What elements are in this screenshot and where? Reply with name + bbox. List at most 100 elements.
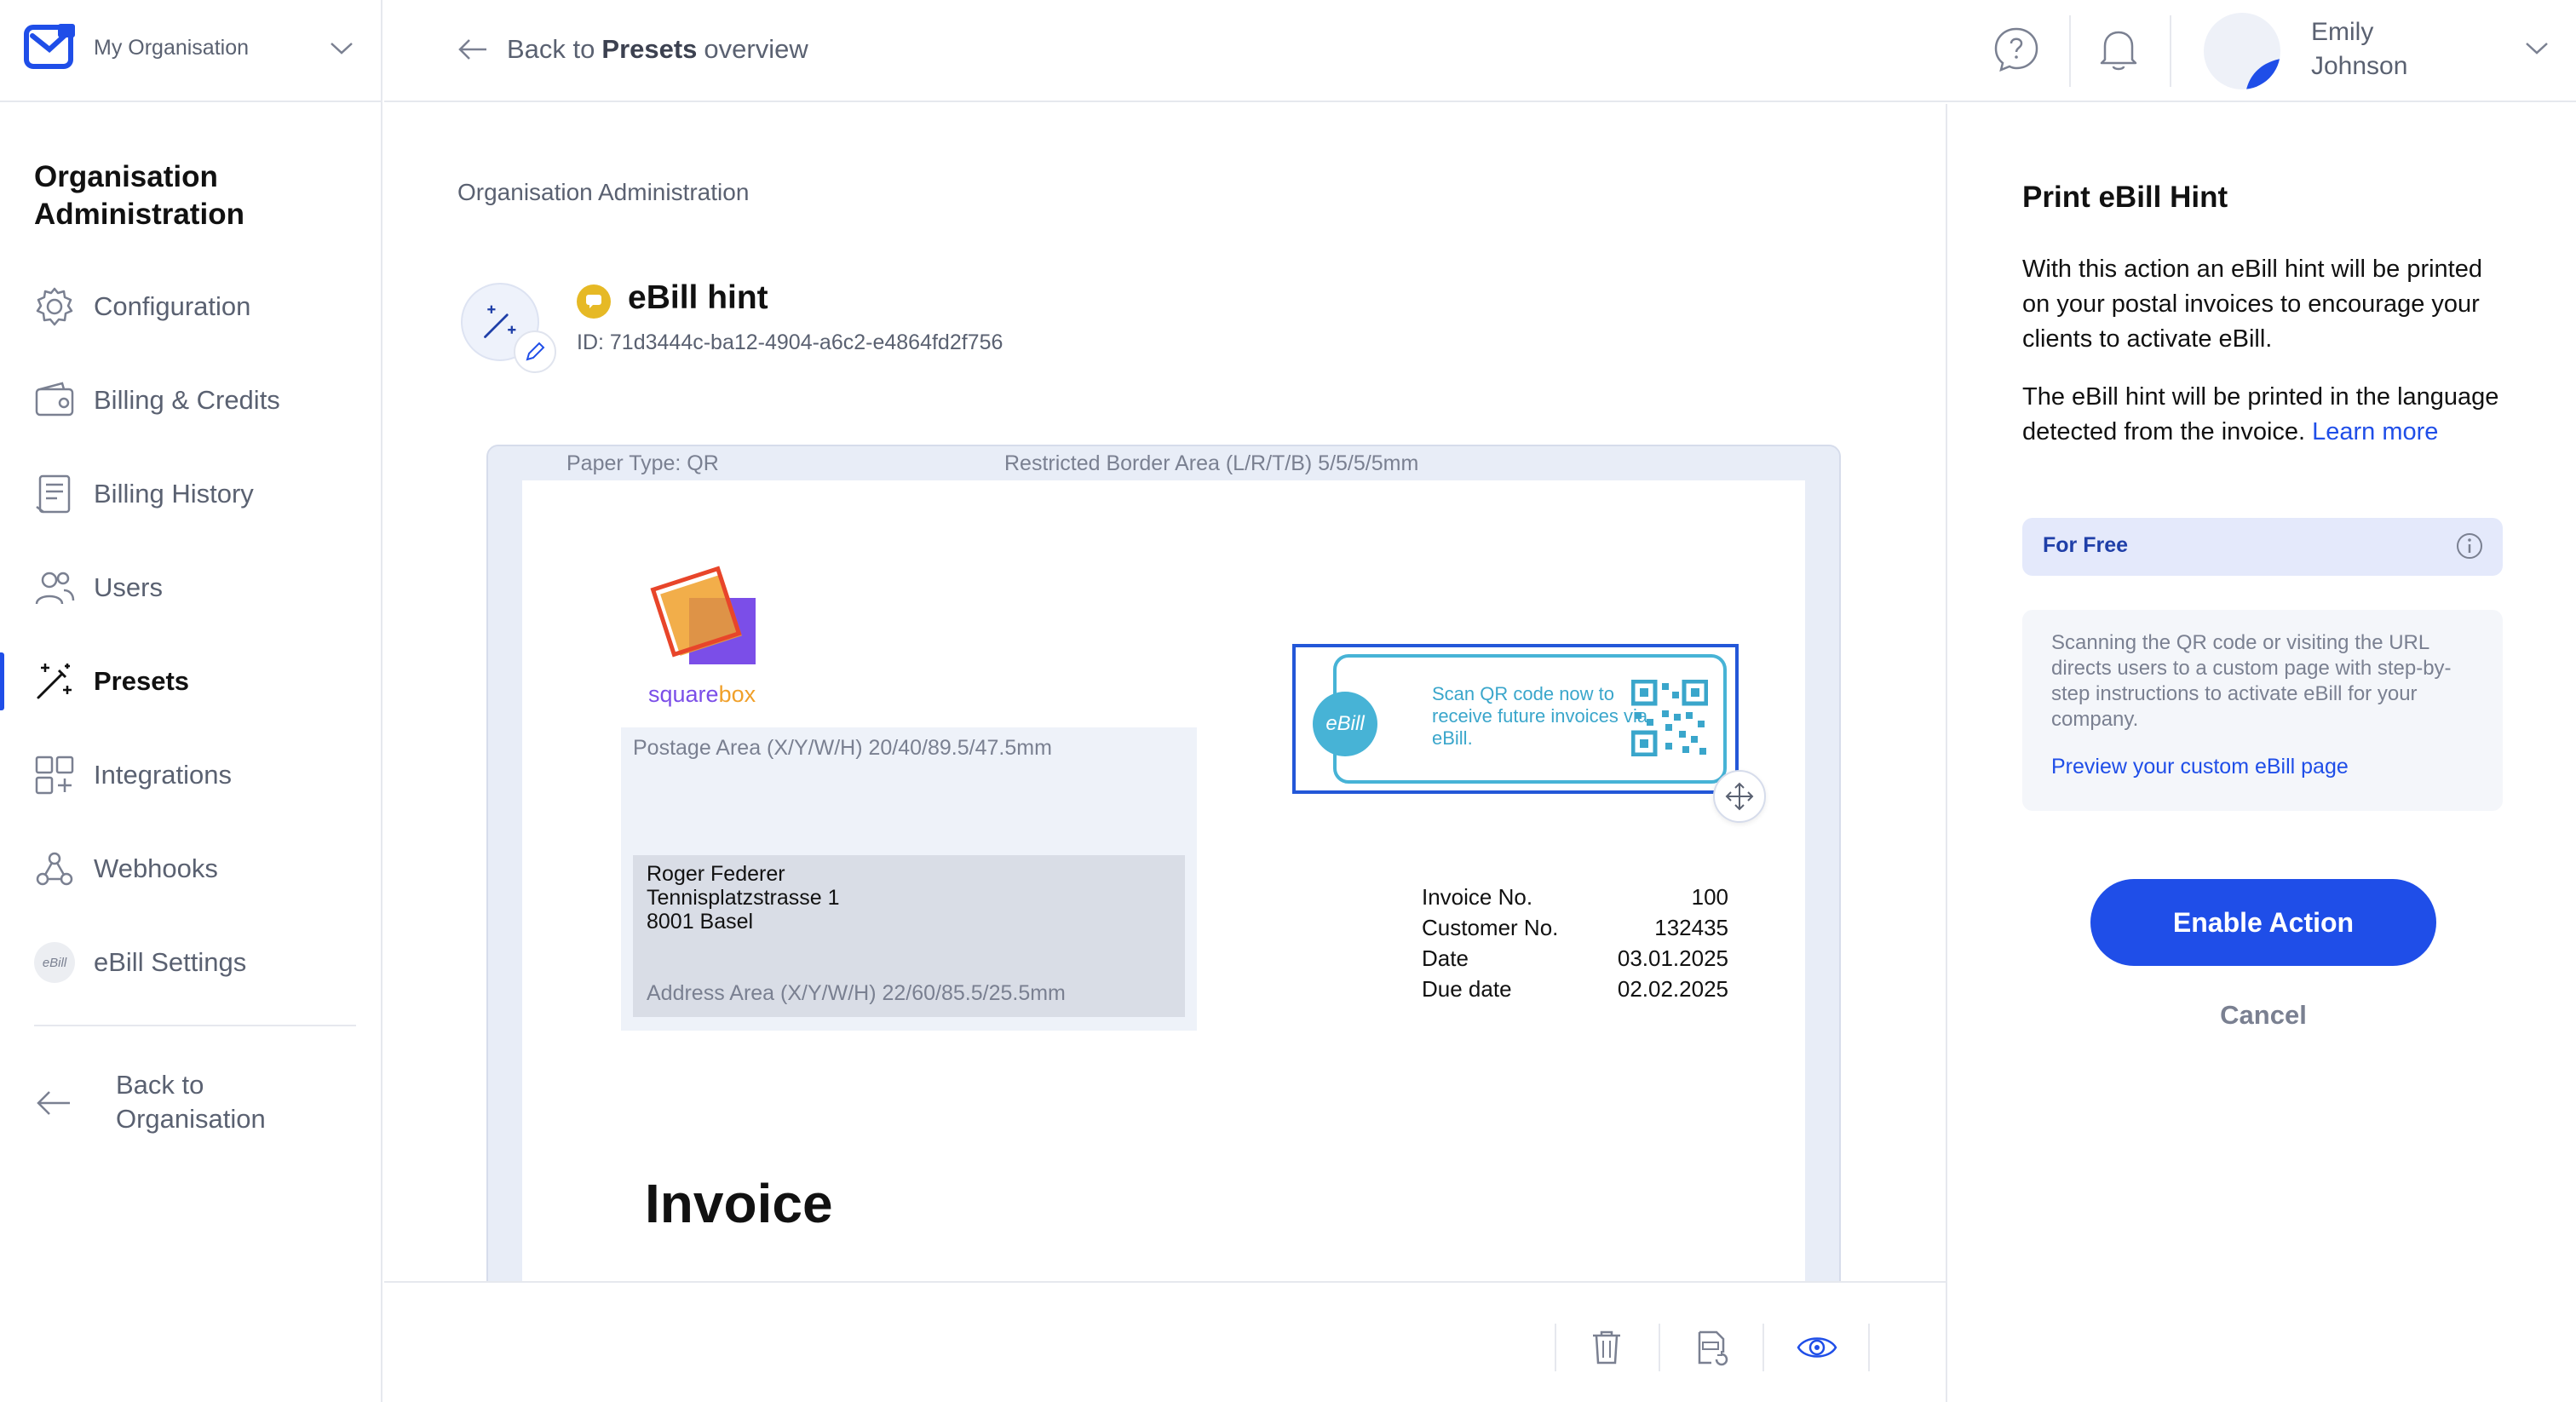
- squarebox-wordmark: squarebox: [648, 681, 756, 708]
- sidebar-item-label: Presets: [94, 666, 190, 696]
- organisation-name: My Organisation: [94, 36, 250, 60]
- app-logo-icon: [24, 24, 75, 69]
- ebill-hint-text: Scan QR code now to receive future invoi…: [1432, 683, 1648, 749]
- sidebar-item-label: eBill Settings: [94, 947, 247, 977]
- postage-area: Postage Area (X/Y/W/H) 20/40/89.5/47.5mm…: [621, 727, 1197, 1031]
- invoice-title: Invoice: [645, 1173, 833, 1234]
- preview-toolbar: [384, 1281, 1946, 1402]
- meta-value: 100: [1691, 884, 1728, 910]
- sidebar-item-label: Billing & Credits: [94, 385, 280, 415]
- enable-action-button[interactable]: Enable Action: [2090, 879, 2436, 966]
- chat-badge-icon: [577, 284, 611, 319]
- sidebar-item-integrations[interactable]: Integrations: [0, 741, 382, 809]
- trash-icon: [1593, 1330, 1620, 1365]
- sidebar-item-billing-credits[interactable]: Billing & Credits: [0, 366, 382, 434]
- back-link-suffix: overview: [704, 34, 808, 64]
- wordmark-part-2: box: [718, 681, 756, 707]
- bell-icon[interactable]: [2093, 24, 2144, 75]
- preview-ebill-page-link[interactable]: Preview your custom eBill page: [2051, 755, 2349, 779]
- toolbar-separator: [1868, 1324, 1870, 1371]
- learn-more-link[interactable]: Learn more: [2312, 418, 2438, 445]
- sidebar-item-users[interactable]: Users: [0, 554, 382, 622]
- info-card-text: Scanning the QR code or visiting the URL…: [2051, 631, 2452, 731]
- move-handle-icon[interactable]: [1713, 770, 1766, 823]
- user-last-name: Johnson: [2311, 52, 2408, 80]
- section-title: Organisation Administration: [34, 160, 244, 231]
- squarebox-logo-icon: [650, 566, 756, 664]
- grid-plus-icon: [32, 753, 77, 797]
- restricted-border-area: Restricted Border Area (L/R/T/B) 5/5/5/5…: [1004, 451, 1419, 475]
- pdf-refresh-button[interactable]: [1686, 1322, 1737, 1373]
- chevron-down-icon[interactable]: [329, 41, 354, 56]
- meta-value: 03.01.2025: [1617, 945, 1728, 971]
- sidebar-item-billing-history[interactable]: Billing History: [0, 460, 382, 528]
- ebill-icon-text: eBill: [34, 942, 75, 983]
- sidebar-divider: [34, 1025, 356, 1026]
- toolbar-separator: [1762, 1324, 1764, 1371]
- avatar[interactable]: [2204, 13, 2280, 89]
- address-line: Roger Federer: [647, 862, 785, 886]
- preview-info-bar: Paper Type: QR Restricted Border Area (L…: [488, 446, 1839, 480]
- preset-name: eBill hint: [628, 279, 768, 316]
- back-to-organisation-link[interactable]: Back to Organisation: [0, 1056, 382, 1150]
- meta-value: 02.02.2025: [1617, 976, 1728, 1002]
- main-content: Organisation Administration eBill hint I…: [384, 104, 1946, 1281]
- pdf-refresh-icon: [1698, 1330, 1728, 1366]
- invoice-page: squarebox Postage Area (X/Y/W/H) 20/40/8…: [522, 480, 1805, 1281]
- back-to-organisation-label: Back to Organisation: [116, 1070, 266, 1134]
- meta-value: 132435: [1654, 915, 1728, 940]
- panel-language-note: The eBill hint will be printed in the la…: [2022, 380, 2516, 450]
- pencil-icon: [526, 342, 545, 361]
- paper-type: Paper Type: QR: [566, 451, 719, 475]
- invoice-preview: Paper Type: QR Restricted Border Area (L…: [486, 445, 1841, 1281]
- top-bar: Back to Presets overview Emily Johnson: [384, 0, 2576, 102]
- wordmark-part-1: square: [648, 681, 719, 707]
- meta-key: Date: [1422, 945, 1469, 971]
- pricing-banner: For Free: [2022, 518, 2503, 576]
- breadcrumb: Organisation Administration: [457, 179, 750, 205]
- edit-preset-button[interactable]: [514, 330, 556, 373]
- sidebar-item-ebill-settings[interactable]: eBill eBill Settings: [0, 928, 382, 997]
- info-icon[interactable]: [2455, 531, 2484, 560]
- qr-code-icon: [1631, 680, 1708, 756]
- sidebar-item-presets[interactable]: Presets: [0, 647, 382, 715]
- sidebar-item-label: Webhooks: [94, 853, 218, 883]
- help-icon[interactable]: [1991, 24, 2042, 75]
- meta-key: Customer No.: [1422, 915, 1559, 940]
- toolbar-separator: [1555, 1324, 1556, 1371]
- sidebar-item-label: Users: [94, 572, 163, 602]
- top-separator: [2170, 15, 2171, 87]
- action-panel: Print eBill Hint With this action an eBi…: [1946, 104, 2576, 1402]
- back-link-bold: Presets: [601, 34, 698, 64]
- user-name[interactable]: Emily Johnson: [2311, 15, 2407, 83]
- meta-key: Invoice No.: [1422, 884, 1533, 910]
- ebill-icon: eBill: [32, 940, 77, 985]
- preview-button[interactable]: [1791, 1322, 1843, 1373]
- chevron-down-icon[interactable]: [2524, 41, 2550, 56]
- webhook-icon: [32, 847, 77, 891]
- organisation-switcher[interactable]: My Organisation: [0, 0, 382, 102]
- back-to-presets-link[interactable]: Back to Presets overview: [457, 31, 808, 68]
- eye-icon: [1797, 1337, 1837, 1358]
- address-area: Roger Federer Tennisplatzstrasse 1 8001 …: [633, 855, 1185, 1017]
- invoice-meta-row: Customer No. 132435: [1422, 915, 1728, 945]
- meta-key: Due date: [1422, 976, 1512, 1002]
- sidebar-item-label: Billing History: [94, 479, 254, 509]
- arrow-left-icon: [458, 39, 486, 60]
- cancel-button[interactable]: Cancel: [2090, 990, 2436, 1041]
- sidebar-item-configuration[interactable]: Configuration: [0, 273, 382, 341]
- arrow-left-icon: [37, 1091, 70, 1115]
- toolbar-separator: [1659, 1324, 1660, 1371]
- info-card: Scanning the QR code or visiting the URL…: [2022, 610, 2503, 811]
- sidebar-item-webhooks[interactable]: Webhooks: [0, 835, 382, 903]
- invoice-meta-row: Due date 02.02.2025: [1422, 976, 1728, 1007]
- delete-button[interactable]: [1581, 1322, 1632, 1373]
- wallet-icon: [32, 378, 77, 422]
- back-link-prefix: Back to: [507, 34, 595, 64]
- document-list-icon: [32, 472, 77, 516]
- panel-description: With this action an eBill hint will be p…: [2022, 256, 2482, 353]
- user-first-name: Emily: [2311, 18, 2374, 46]
- ebill-hint-placement[interactable]: eBill Scan QR code now to receive future…: [1292, 644, 1739, 794]
- invoice-meta-row: Date 03.01.2025: [1422, 945, 1728, 976]
- ebill-badge: eBill: [1313, 692, 1377, 756]
